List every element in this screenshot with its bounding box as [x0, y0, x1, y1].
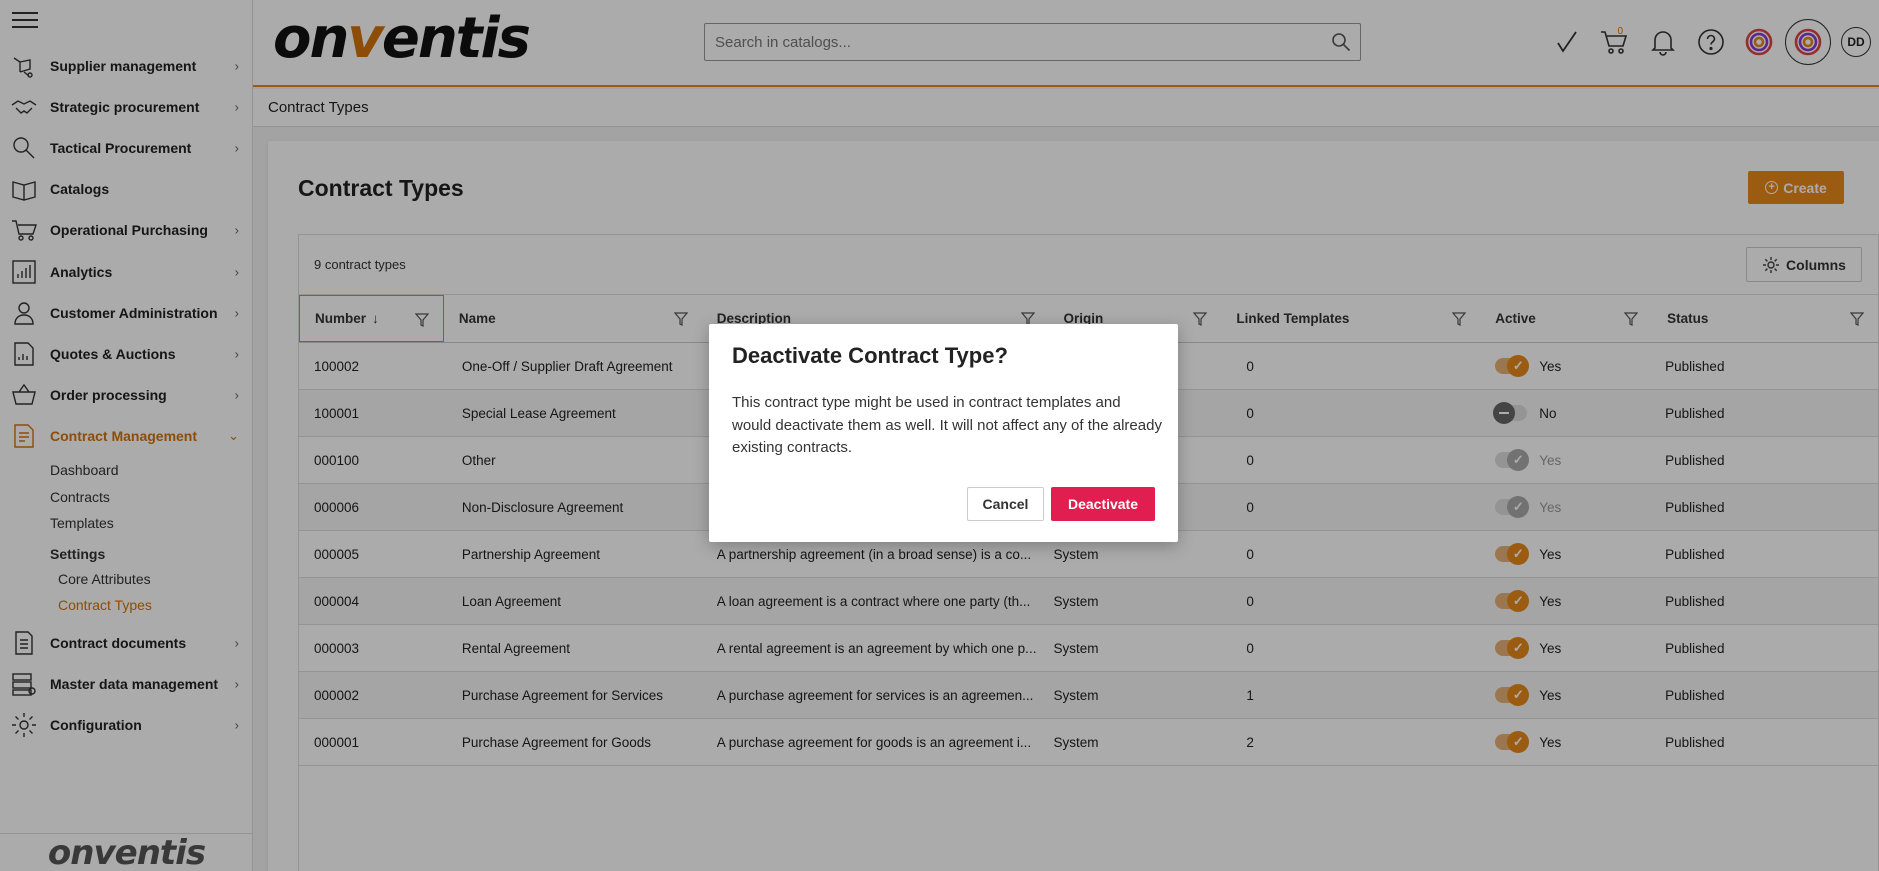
deactivate-dialog: Deactivate Contract Type? This contract …	[709, 324, 1178, 542]
dialog-title: Deactivate Contract Type?	[732, 343, 1008, 368]
deactivate-button[interactable]: Deactivate	[1051, 487, 1155, 521]
cancel-button[interactable]: Cancel	[967, 487, 1044, 521]
dialog-message: This contract type might be used in cont…	[732, 394, 1162, 456]
